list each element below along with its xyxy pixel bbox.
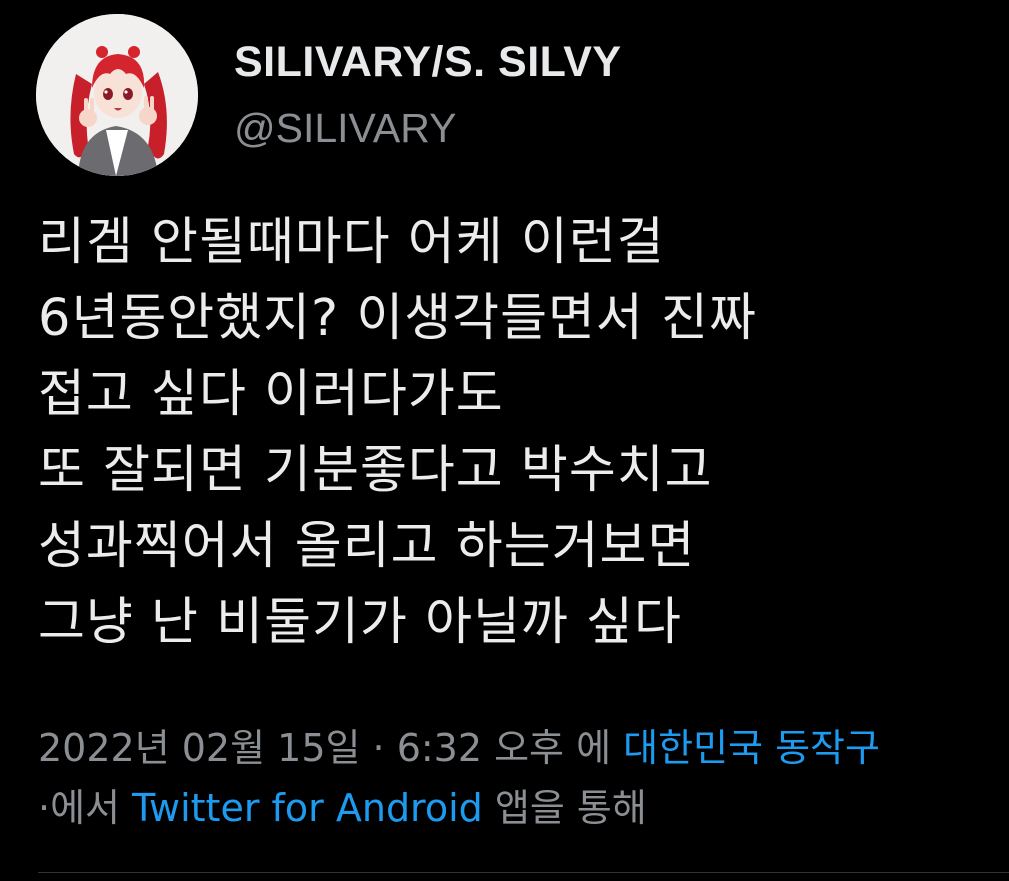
tweet-meta-line-1: 2022년 02월 15일 · 6:32 오후 에 대한민국 동작구 (38, 718, 998, 778)
tweet-text-line: 리겜 안될때마다 어케 이런걸 (38, 213, 665, 272)
tweet-text-line: 성과찍어서 올리고 하는거보면 (38, 517, 696, 576)
source-app-link[interactable]: Twitter for Android (132, 786, 483, 830)
tweet-location-link[interactable]: 대한민국 동작구 (623, 726, 880, 770)
tweet-timestamp[interactable]: 2022년 02월 15일 · 6:32 오후 에 (38, 726, 611, 770)
user-handle[interactable]: @SILIVARY (234, 105, 456, 152)
tweet-text: 리겜 안될때마다 어케 이런걸 6년동안했지? 이생각들면서 진짜 접고 싶다 … (38, 205, 988, 661)
divider (38, 872, 1009, 873)
tweet-text-line: 접고 싶다 이러다가도 (38, 365, 504, 424)
anime-girl-avatar-icon (36, 14, 198, 176)
avatar[interactable] (36, 14, 198, 176)
tweet-metadata: 2022년 02월 15일 · 6:32 오후 에 대한민국 동작구 ·에서 T… (38, 718, 998, 838)
display-name[interactable]: SILIVARY/S. SILVY (234, 38, 622, 87)
via-suffix: 앱을 통해 (494, 786, 647, 830)
tweet-meta-line-2: ·에서 Twitter for Android 앱을 통해 (38, 778, 998, 838)
tweet-text-line: 또 잘되면 기분좋다고 박수치고 (38, 441, 713, 500)
tweet-text-line: 6년동안했지? 이생각들면서 진짜 (38, 289, 757, 348)
tweet-detail: SILIVARY/S. SILVY @SILIVARY 리겜 안될때마다 어케 … (0, 0, 1009, 881)
via-prefix: ·에서 (38, 786, 120, 830)
tweet-text-line: 그냥 난 비둘기가 아닐까 싶다 (38, 593, 682, 652)
